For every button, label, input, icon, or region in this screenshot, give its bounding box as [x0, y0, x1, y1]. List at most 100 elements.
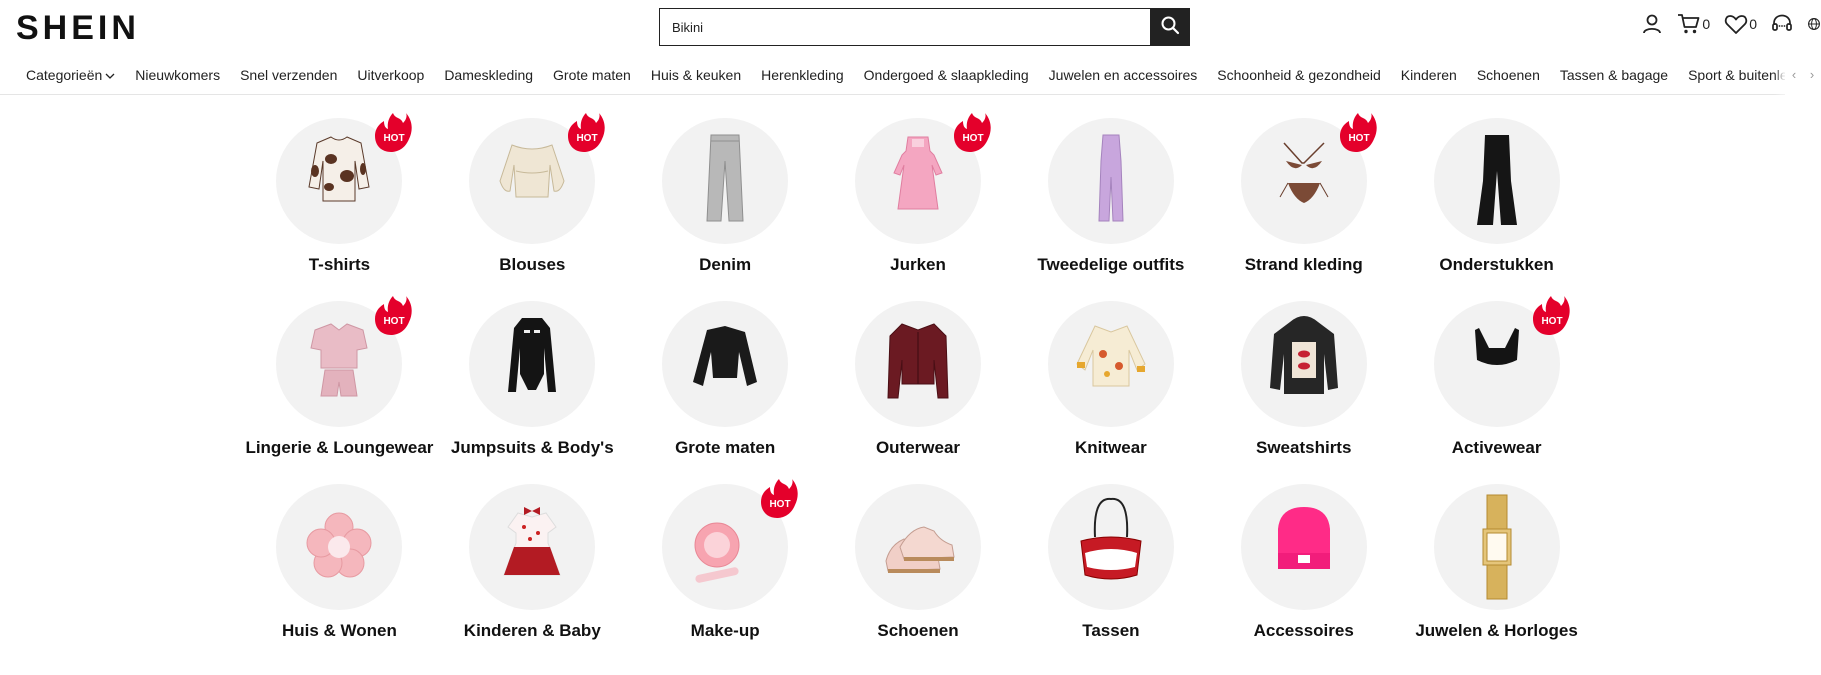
chevron-right-icon[interactable]: › [1810, 67, 1814, 82]
category-label: Tassen [1082, 621, 1140, 640]
customer-service-icon[interactable] [1771, 13, 1793, 35]
category-tile[interactable]: Sweatshirts [1207, 301, 1400, 484]
shein-logo[interactable]: SHEIN [16, 10, 140, 46]
category-tile[interactable]: Juwelen & Horloges [1400, 484, 1593, 667]
category-image[interactable]: HOT [1240, 113, 1377, 244]
category-tile[interactable]: Schoenen [822, 484, 1015, 667]
category-tile[interactable]: Huis & Wonen [243, 484, 436, 667]
category-image[interactable] [855, 301, 981, 427]
nav-item-tassen[interactable]: Tassen & bagage [1560, 67, 1668, 83]
category-tile[interactable]: Grote maten [629, 301, 822, 484]
svg-text:HOT: HOT [962, 133, 983, 144]
nav-item-herenkleding[interactable]: Herenkleding [761, 67, 844, 83]
category-image[interactable] [855, 484, 981, 610]
category-label: Kinderen & Baby [463, 621, 601, 640]
hot-badge-icon: HOT [566, 111, 606, 153]
category-tile[interactable]: Tassen [1014, 484, 1207, 667]
category-image[interactable]: HOT [276, 296, 413, 427]
nav-item-nieuwkomers[interactable]: Nieuwkomers [135, 67, 220, 83]
globe-icon[interactable] [1807, 13, 1821, 35]
hot-badge-icon: HOT [1531, 294, 1571, 336]
search-button[interactable] [1150, 9, 1189, 45]
category-tile[interactable]: HOT Blouses [436, 113, 629, 301]
category-image[interactable] [469, 484, 596, 610]
category-label: Schoenen [877, 621, 959, 640]
category-row: HOT T-shirts HOT Blouses Denim HOT Jurken Tweed… [243, 113, 1593, 301]
search-icon [1160, 15, 1180, 40]
nav-item-uitverkoop[interactable]: Uitverkoop [357, 67, 424, 83]
category-label: Onderstukken [1439, 255, 1554, 274]
category-label: Knitwear [1074, 438, 1147, 457]
nav-item-huis-keuken[interactable]: Huis & keuken [651, 67, 741, 83]
category-nav: Categorieën Nieuwkomers Snel verzenden U… [0, 54, 1821, 95]
category-image[interactable] [662, 301, 789, 427]
nav-item-ondergoed[interactable]: Ondergoed & slaapkleding [864, 67, 1029, 83]
nav-item-categories[interactable]: Categorieën [26, 67, 115, 83]
category-label: Strand kleding [1244, 255, 1363, 274]
category-image[interactable] [1240, 484, 1367, 610]
category-image[interactable] [1433, 118, 1560, 244]
category-tile[interactable]: Knitwear [1014, 301, 1207, 484]
search-input[interactable] [660, 9, 1150, 45]
category-image[interactable] [662, 118, 789, 244]
category-image[interactable]: HOT [469, 113, 605, 244]
category-tile[interactable]: Denim [629, 118, 822, 301]
category-row: Huis & Wonen Kinderen & Baby HOT Make-up Sch… [243, 479, 1593, 667]
nav-item-dameskleding[interactable]: Dameskleding [444, 67, 533, 83]
nav-item-sport[interactable]: Sport & buitenleven [1688, 67, 1785, 83]
category-tile[interactable]: Tweedelige outfits [1014, 118, 1207, 301]
category-image[interactable] [276, 484, 403, 610]
chevron-down-icon [105, 67, 115, 83]
wishlist-count: 0 [1749, 16, 1757, 32]
category-label: Denim [699, 255, 752, 274]
nav-item-snel-verzenden[interactable]: Snel verzenden [240, 67, 337, 83]
svg-text:HOT: HOT [1541, 316, 1562, 327]
category-tile[interactable]: Accessoires [1207, 484, 1400, 667]
category-label: Activewear [1451, 438, 1542, 457]
category-label: Sweatshirts [1256, 438, 1352, 457]
category-label: Grote maten [675, 438, 776, 457]
cart-count: 0 [1702, 16, 1711, 32]
cart-button[interactable]: 0 [1677, 13, 1710, 35]
svg-text:HOT: HOT [577, 133, 598, 144]
category-tile[interactable]: Kinderen & Baby [436, 484, 629, 667]
hot-badge-icon: HOT [1338, 111, 1378, 153]
category-image[interactable]: HOT [855, 113, 991, 244]
heart-icon [1724, 13, 1748, 35]
category-label: Huis & Wonen [281, 621, 397, 640]
category-tile[interactable]: Jumpsuits & Body's [436, 301, 629, 484]
category-tile[interactable]: Outerwear [822, 301, 1015, 484]
svg-text:HOT: HOT [384, 316, 405, 327]
nav-item-grote-maten[interactable]: Grote maten [553, 67, 631, 83]
category-tile[interactable]: Onderstukken [1400, 118, 1593, 301]
black-bodysuit-icon [472, 304, 592, 424]
category-image[interactable] [1047, 484, 1174, 610]
category-tile[interactable]: HOT Jurken [822, 113, 1015, 301]
category-image[interactable] [1047, 301, 1174, 427]
nav-item-label: Categorieën [26, 66, 103, 83]
burgundy-leather-jacket-icon [858, 304, 978, 424]
category-image[interactable] [469, 301, 596, 427]
category-image[interactable]: HOT [1433, 296, 1570, 427]
hot-badge-icon: HOT [759, 477, 799, 519]
wishlist-button[interactable]: 0 [1724, 13, 1757, 35]
category-image[interactable] [1433, 484, 1560, 610]
category-image[interactable] [1047, 118, 1174, 244]
category-label: Lingerie & Loungewear [245, 438, 434, 457]
account-icon[interactable] [1641, 13, 1663, 35]
category-tile[interactable]: HOT Lingerie & Loungewear [243, 296, 436, 484]
category-label: Jurken [890, 255, 946, 274]
category-tile[interactable]: HOT Activewear [1400, 296, 1593, 484]
chevron-left-icon[interactable]: ‹ [1792, 67, 1796, 82]
category-image[interactable]: HOT [276, 113, 413, 244]
category-tile[interactable]: HOT Strand kleding [1207, 113, 1400, 301]
nav-item-schoenen[interactable]: Schoenen [1477, 67, 1540, 83]
nav-item-kinderen[interactable]: Kinderen [1401, 67, 1457, 83]
category-tile[interactable]: HOT T-shirts [243, 113, 436, 301]
category-image[interactable]: HOT [662, 479, 798, 610]
nav-scroll-arrows: ‹ › [1785, 54, 1821, 95]
nav-item-schoonheid[interactable]: Schoonheid & gezondheid [1217, 67, 1380, 83]
category-image[interactable] [1240, 301, 1367, 427]
nav-item-juwelen[interactable]: Juwelen en accessoires [1049, 67, 1198, 83]
category-tile[interactable]: HOT Make-up [629, 479, 822, 667]
